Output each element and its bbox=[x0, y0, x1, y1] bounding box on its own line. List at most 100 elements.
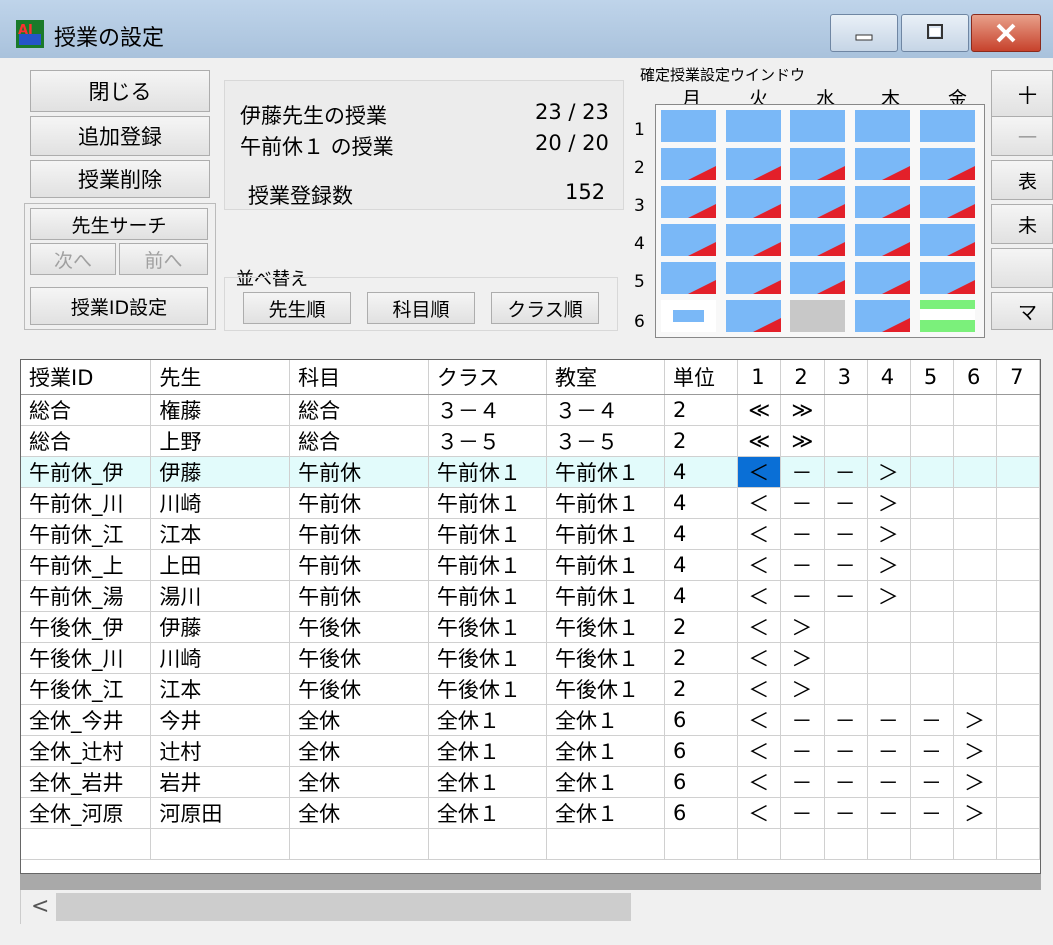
table-cell[interactable] bbox=[996, 611, 1040, 643]
table-cell[interactable] bbox=[824, 673, 868, 705]
table-cell[interactable]: 午前休_上 bbox=[21, 549, 152, 581]
table-cell[interactable]: ３－４ bbox=[428, 394, 547, 426]
table-row[interactable] bbox=[21, 828, 1040, 860]
table-cell[interactable] bbox=[953, 456, 998, 488]
right-button-6[interactable]: マ bbox=[991, 292, 1053, 330]
table-cell[interactable]: 川崎 bbox=[150, 487, 291, 519]
table-cell[interactable]: 辻村 bbox=[150, 735, 291, 767]
schedule-cell[interactable] bbox=[661, 148, 716, 180]
table-cell[interactable]: 2 bbox=[664, 425, 739, 457]
schedule-cell[interactable] bbox=[855, 148, 910, 180]
schedule-cell[interactable] bbox=[790, 110, 845, 142]
title-bar[interactable]: AI 授業の設定 bbox=[0, 0, 1053, 58]
table-cell[interactable]: － bbox=[780, 518, 825, 550]
table-cell[interactable] bbox=[910, 673, 954, 705]
table-cell[interactable]: 午後休 bbox=[289, 673, 429, 705]
table-cell[interactable]: ＞ bbox=[867, 518, 911, 550]
schedule-cell[interactable] bbox=[790, 148, 845, 180]
table-cell[interactable] bbox=[996, 704, 1040, 736]
table-cell[interactable]: 全休_河原 bbox=[21, 797, 152, 829]
schedule-cell[interactable] bbox=[661, 186, 716, 218]
table-cell[interactable]: ＜ bbox=[737, 735, 782, 767]
table-cell[interactable] bbox=[996, 394, 1040, 426]
table-cell[interactable]: 午前休 bbox=[289, 518, 429, 550]
table-cell[interactable]: － bbox=[867, 797, 911, 829]
table-cell[interactable] bbox=[953, 518, 998, 550]
table-cell[interactable]: ＞ bbox=[953, 766, 998, 798]
table-cell[interactable]: 午前休_湯 bbox=[21, 580, 152, 612]
right-button-4[interactable]: 未 bbox=[991, 204, 1053, 244]
table-cell[interactable] bbox=[953, 580, 998, 612]
table-cell[interactable] bbox=[289, 828, 429, 860]
schedule-cell[interactable] bbox=[726, 224, 781, 256]
column-header[interactable]: 1 bbox=[737, 360, 782, 395]
table-cell[interactable]: 4 bbox=[664, 549, 739, 581]
table-cell[interactable] bbox=[996, 425, 1040, 457]
schedule-cell[interactable] bbox=[790, 300, 845, 332]
table-cell[interactable]: ３－４ bbox=[546, 394, 665, 426]
table-cell[interactable]: 午前休 bbox=[289, 580, 429, 612]
table-cell[interactable]: 総合 bbox=[21, 425, 152, 457]
table-cell[interactable] bbox=[910, 611, 954, 643]
schedule-cell[interactable] bbox=[855, 262, 910, 294]
table-cell[interactable]: ＜ bbox=[737, 673, 782, 705]
table-cell[interactable]: 4 bbox=[664, 580, 739, 612]
table-cell[interactable] bbox=[910, 828, 954, 860]
table-cell[interactable]: 全休１ bbox=[546, 735, 665, 767]
column-header[interactable]: 教室 bbox=[546, 360, 665, 395]
table-cell[interactable] bbox=[780, 828, 825, 860]
table-cell[interactable]: 午後休１ bbox=[428, 611, 547, 643]
schedule-grid[interactable] bbox=[655, 104, 985, 338]
table-cell[interactable]: ＜ bbox=[737, 766, 782, 798]
table-cell[interactable]: － bbox=[780, 549, 825, 581]
delete-button[interactable]: 授業削除 bbox=[30, 160, 210, 198]
table-cell[interactable]: 午前休１ bbox=[546, 518, 665, 550]
schedule-cell[interactable] bbox=[726, 186, 781, 218]
schedule-cell[interactable] bbox=[661, 224, 716, 256]
table-cell[interactable]: － bbox=[780, 456, 825, 488]
table-cell[interactable]: ＞ bbox=[953, 704, 998, 736]
table-cell[interactable] bbox=[996, 549, 1040, 581]
table-cell[interactable]: 2 bbox=[664, 673, 739, 705]
schedule-cell[interactable] bbox=[726, 148, 781, 180]
table-cell[interactable]: － bbox=[867, 766, 911, 798]
column-header[interactable]: 科目 bbox=[289, 360, 429, 395]
table-cell[interactable]: 午前休１ bbox=[428, 580, 547, 612]
table-cell[interactable]: ≫ bbox=[780, 394, 825, 426]
schedule-cell[interactable] bbox=[920, 224, 975, 256]
table-cell[interactable] bbox=[910, 642, 954, 674]
table-cell[interactable] bbox=[824, 642, 868, 674]
column-header[interactable]: 4 bbox=[867, 360, 911, 395]
table-cell[interactable]: ＜ bbox=[737, 518, 782, 550]
table-cell[interactable]: 2 bbox=[664, 611, 739, 643]
horizontal-scrollbar[interactable]: < bbox=[20, 890, 1041, 924]
table-cell[interactable]: 2 bbox=[664, 394, 739, 426]
table-cell[interactable]: 湯川 bbox=[150, 580, 291, 612]
table-cell[interactable]: ＞ bbox=[780, 611, 825, 643]
table-cell[interactable]: ≪ bbox=[737, 394, 782, 426]
table-cell[interactable]: 午後休１ bbox=[428, 642, 547, 674]
table-cell[interactable]: ＜ bbox=[737, 797, 782, 829]
next-button[interactable]: 次へ bbox=[30, 243, 116, 275]
table-cell[interactable]: 午前休 bbox=[289, 549, 429, 581]
table-cell[interactable]: ３－５ bbox=[428, 425, 547, 457]
table-cell[interactable] bbox=[996, 518, 1040, 550]
schedule-cell[interactable] bbox=[920, 148, 975, 180]
close-button[interactable]: 閉じる bbox=[30, 70, 210, 112]
table-cell[interactable]: ＞ bbox=[780, 642, 825, 674]
table-cell[interactable]: 午前休１ bbox=[428, 456, 547, 488]
table-cell[interactable]: ３－５ bbox=[546, 425, 665, 457]
sort-by-teacher-button[interactable]: 先生順 bbox=[243, 292, 351, 324]
table-cell[interactable]: 2 bbox=[664, 642, 739, 674]
table-cell[interactable] bbox=[910, 518, 954, 550]
table-cell[interactable]: 午後休_川 bbox=[21, 642, 152, 674]
minimize-button[interactable] bbox=[830, 14, 898, 52]
table-cell[interactable] bbox=[910, 580, 954, 612]
table-cell[interactable] bbox=[824, 425, 868, 457]
right-button-3[interactable]: 表 bbox=[991, 160, 1053, 200]
column-header[interactable]: 3 bbox=[824, 360, 868, 395]
id-setting-button[interactable]: 授業ID設定 bbox=[30, 287, 208, 325]
maximize-button[interactable] bbox=[901, 14, 969, 52]
schedule-cell[interactable] bbox=[920, 186, 975, 218]
table-cell[interactable]: － bbox=[910, 797, 954, 829]
